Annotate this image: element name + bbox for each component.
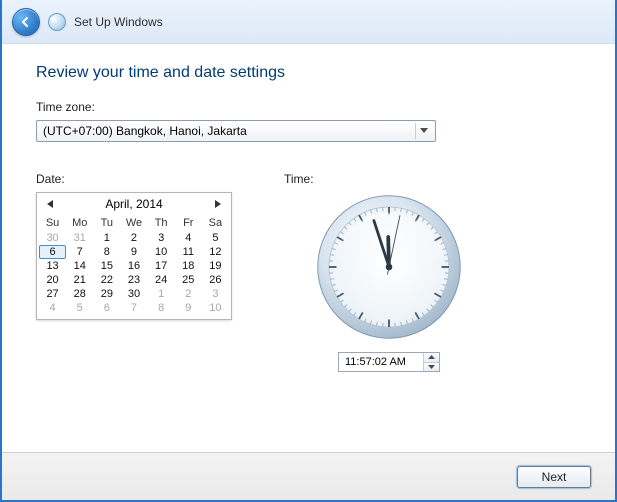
- calendar-day[interactable]: 9: [175, 301, 202, 315]
- calendar-dow: Su: [39, 215, 66, 231]
- setup-window: Set Up Windows Review your time and date…: [0, 0, 617, 502]
- calendar-day[interactable]: 8: [93, 245, 120, 259]
- calendar-day[interactable]: 1: [148, 287, 175, 301]
- time-label: Time:: [284, 172, 494, 186]
- calendar-dow: Sa: [202, 215, 229, 231]
- titlebar: Set Up Windows: [2, 0, 615, 44]
- calendar-day[interactable]: 20: [39, 273, 66, 287]
- calendar-prev-button[interactable]: [43, 197, 57, 211]
- calendar-day[interactable]: 22: [93, 273, 120, 287]
- calendar-day[interactable]: 11: [175, 245, 202, 259]
- calendar-day[interactable]: 14: [66, 259, 93, 273]
- calendar-dow: Tu: [93, 215, 120, 231]
- calendar-day[interactable]: 5: [66, 301, 93, 315]
- calendar-day[interactable]: 18: [175, 259, 202, 273]
- time-spinner: [423, 353, 439, 371]
- chevron-left-icon: [47, 200, 53, 208]
- calendar-day[interactable]: 9: [120, 245, 147, 259]
- chevron-right-icon: [215, 200, 221, 208]
- windows-orb-icon: [48, 13, 66, 31]
- time-section: Time:: [284, 172, 494, 372]
- chevron-down-icon: [428, 365, 435, 369]
- calendar-day[interactable]: 1: [93, 231, 120, 245]
- calendar-day[interactable]: 10: [202, 301, 229, 315]
- calendar-next-button[interactable]: [211, 197, 225, 211]
- calendar-day[interactable]: 7: [66, 245, 93, 259]
- chevron-up-icon: [428, 355, 435, 359]
- calendar-dow: Mo: [66, 215, 93, 231]
- calendar-day[interactable]: 31: [66, 231, 93, 245]
- calendar-day[interactable]: 3: [148, 231, 175, 245]
- calendar-day[interactable]: 8: [148, 301, 175, 315]
- calendar-day[interactable]: 17: [148, 259, 175, 273]
- date-label: Date:: [36, 172, 236, 186]
- calendar-day[interactable]: 13: [39, 259, 66, 273]
- calendar-month-label[interactable]: April, 2014: [105, 197, 162, 211]
- calendar-day[interactable]: 12: [202, 245, 229, 259]
- next-button-label: Next: [542, 470, 567, 484]
- calendar-day[interactable]: 2: [175, 287, 202, 301]
- calendar-day[interactable]: 30: [39, 231, 66, 245]
- calendar-day[interactable]: 6: [39, 245, 66, 259]
- calendar-dow: Th: [148, 215, 175, 231]
- time-value[interactable]: 11:57:02 AM: [339, 353, 423, 371]
- calendar-day[interactable]: 21: [66, 273, 93, 287]
- calendar-day[interactable]: 5: [202, 231, 229, 245]
- content-area: Review your time and date settings Time …: [2, 44, 615, 452]
- analog-clock: [314, 192, 464, 342]
- calendar-day[interactable]: 24: [148, 273, 175, 287]
- chevron-down-icon: [415, 123, 431, 139]
- time-spin-down[interactable]: [424, 362, 439, 372]
- footer: Next: [2, 452, 615, 500]
- calendar: April, 2014 SuMoTuWeThFrSa30311234567891…: [36, 192, 232, 320]
- calendar-day[interactable]: 4: [39, 301, 66, 315]
- calendar-day[interactable]: 27: [39, 287, 66, 301]
- calendar-day[interactable]: 2: [120, 231, 147, 245]
- calendar-day[interactable]: 4: [175, 231, 202, 245]
- calendar-day[interactable]: 15: [93, 259, 120, 273]
- calendar-day[interactable]: 6: [93, 301, 120, 315]
- calendar-day[interactable]: 7: [120, 301, 147, 315]
- page-heading: Review your time and date settings: [36, 64, 581, 82]
- calendar-day[interactable]: 29: [93, 287, 120, 301]
- calendar-day[interactable]: 19: [202, 259, 229, 273]
- calendar-dow: We: [120, 215, 147, 231]
- date-section: Date: April, 2014 SuMoTuWeThFrSa30311234…: [36, 172, 236, 372]
- calendar-day[interactable]: 10: [148, 245, 175, 259]
- window-title: Set Up Windows: [74, 15, 163, 29]
- calendar-day[interactable]: 30: [120, 287, 147, 301]
- calendar-day[interactable]: 16: [120, 259, 147, 273]
- back-button[interactable]: [12, 8, 40, 36]
- calendar-day[interactable]: 23: [120, 273, 147, 287]
- timezone-dropdown[interactable]: (UTC+07:00) Bangkok, Hanoi, Jakarta: [36, 120, 436, 142]
- calendar-day[interactable]: 26: [202, 273, 229, 287]
- arrow-left-icon: [19, 15, 33, 29]
- calendar-dow: Fr: [175, 215, 202, 231]
- time-spin-up[interactable]: [424, 353, 439, 362]
- time-input[interactable]: 11:57:02 AM: [338, 352, 440, 372]
- calendar-day[interactable]: 28: [66, 287, 93, 301]
- calendar-day[interactable]: 25: [175, 273, 202, 287]
- timezone-selected-value: (UTC+07:00) Bangkok, Hanoi, Jakarta: [43, 124, 247, 138]
- next-button[interactable]: Next: [517, 466, 591, 488]
- timezone-label: Time zone:: [36, 100, 581, 114]
- calendar-day[interactable]: 3: [202, 287, 229, 301]
